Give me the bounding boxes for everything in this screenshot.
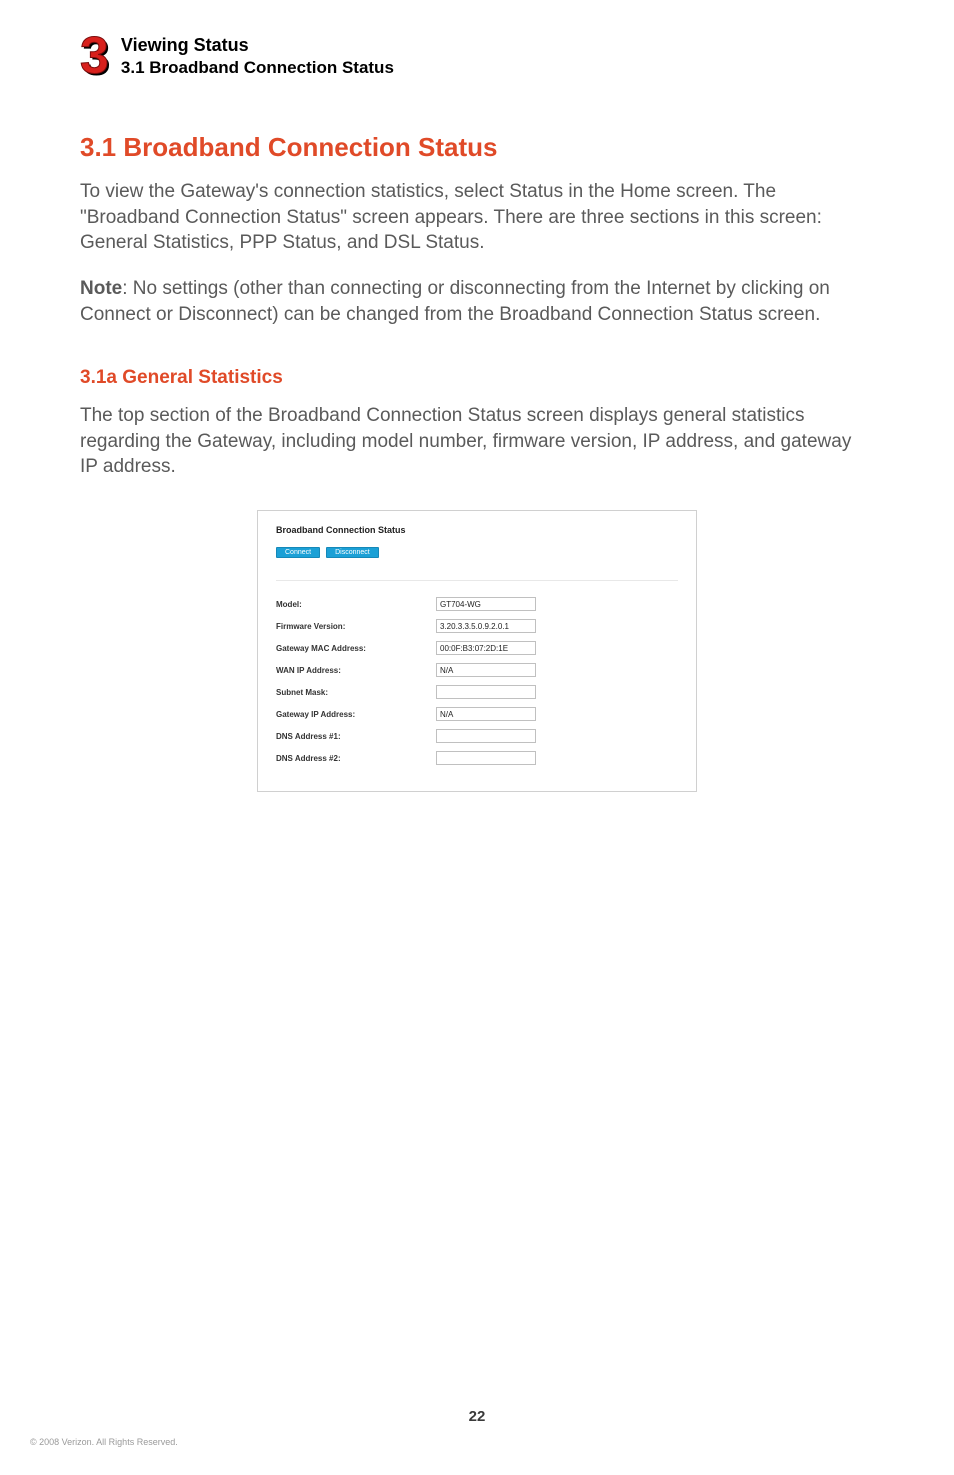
connection-status-panel: Broadband Connection Status Connect Disc… xyxy=(257,510,697,792)
row-gwip: Gateway IP Address: xyxy=(276,707,678,721)
intro-paragraph: To view the Gateway's connection statist… xyxy=(80,179,874,256)
disconnect-button[interactable]: Disconnect xyxy=(326,547,379,558)
input-model[interactable] xyxy=(436,597,536,611)
note-text: : No settings (other than connecting or … xyxy=(80,278,830,325)
note-paragraph: Note: No settings (other than connecting… xyxy=(80,276,874,327)
input-dns2[interactable] xyxy=(436,751,536,765)
label-wanip: WAN IP Address: xyxy=(276,666,436,675)
row-firmware: Firmware Version: xyxy=(276,619,678,633)
panel-title: Broadband Connection Status xyxy=(276,525,678,535)
input-subnet[interactable] xyxy=(436,685,536,699)
page-content: 3 Viewing Status 3.1 Broadband Connectio… xyxy=(0,0,954,852)
header-line2: 3.1 Broadband Connection Status xyxy=(121,58,394,78)
label-model: Model: xyxy=(276,600,436,609)
note-label: Note xyxy=(80,278,122,299)
subsection-title: 3.1a General Statistics xyxy=(80,367,874,389)
panel-button-row: Connect Disconnect xyxy=(276,547,678,558)
general-stats-paragraph: The top section of the Broadband Connect… xyxy=(80,403,874,480)
input-mac[interactable] xyxy=(436,641,536,655)
label-subnet: Subnet Mask: xyxy=(276,688,436,697)
header-text: Viewing Status 3.1 Broadband Connection … xyxy=(121,35,394,78)
connect-button[interactable]: Connect xyxy=(276,547,320,558)
label-gwip: Gateway IP Address: xyxy=(276,710,436,719)
panel-divider xyxy=(276,580,678,581)
row-subnet: Subnet Mask: xyxy=(276,685,678,699)
chapter-number-icon: 3 xyxy=(80,30,109,82)
copyright: © 2008 Verizon. All Rights Reserved. xyxy=(30,1437,178,1447)
row-wanip: WAN IP Address: xyxy=(276,663,678,677)
row-model: Model: xyxy=(276,597,678,611)
input-firmware[interactable] xyxy=(436,619,536,633)
page-number: 22 xyxy=(0,1408,954,1425)
row-dns1: DNS Address #1: xyxy=(276,729,678,743)
row-mac: Gateway MAC Address: xyxy=(276,641,678,655)
input-gwip[interactable] xyxy=(436,707,536,721)
page-header: 3 Viewing Status 3.1 Broadband Connectio… xyxy=(80,30,874,82)
label-dns2: DNS Address #2: xyxy=(276,754,436,763)
label-dns1: DNS Address #1: xyxy=(276,732,436,741)
row-dns2: DNS Address #2: xyxy=(276,751,678,765)
input-dns1[interactable] xyxy=(436,729,536,743)
label-mac: Gateway MAC Address: xyxy=(276,644,436,653)
header-line1: Viewing Status xyxy=(121,35,394,56)
input-wanip[interactable] xyxy=(436,663,536,677)
label-firmware: Firmware Version: xyxy=(276,622,436,631)
section-title: 3.1 Broadband Connection Status xyxy=(80,132,874,163)
